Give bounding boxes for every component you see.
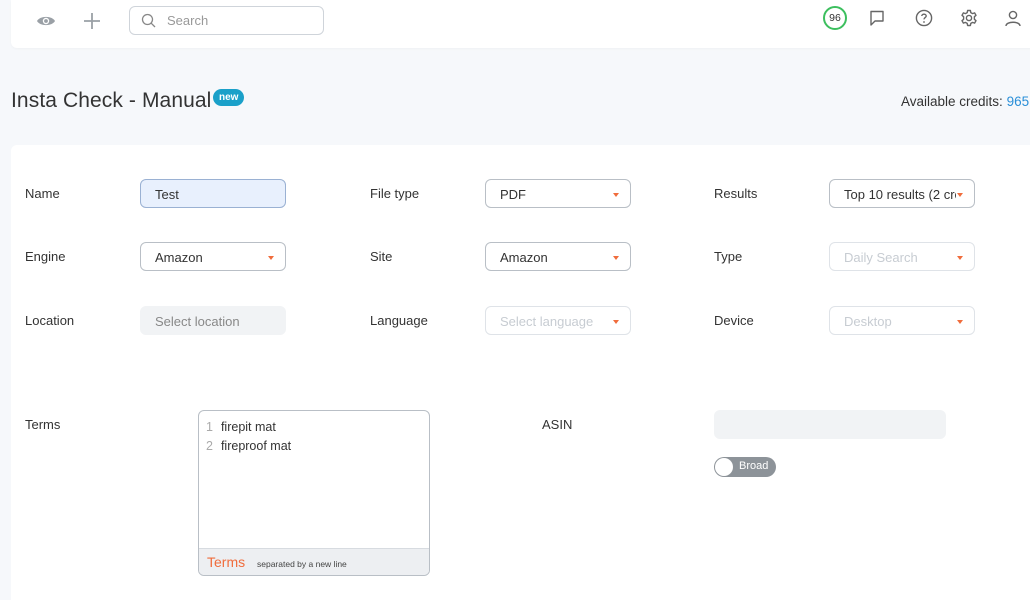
- credits-value[interactable]: 965: [1007, 94, 1030, 109]
- plus-icon[interactable]: [81, 10, 103, 32]
- asin-input[interactable]: [714, 410, 946, 439]
- search-icon: [141, 13, 156, 33]
- credit-score-indicator[interactable]: 96: [823, 6, 847, 30]
- caret-down-icon: [613, 256, 619, 260]
- toggle-label: Broad: [739, 460, 769, 472]
- terms-textarea[interactable]: 1 firepit mat 2 fireproof mat Terms separa…: [198, 410, 430, 576]
- line-number: 1: [206, 420, 213, 434]
- device-select[interactable]: Desktop: [829, 306, 975, 335]
- name-label: Name: [25, 186, 60, 201]
- asin-label: ASIN: [542, 417, 573, 432]
- name-value: Test: [155, 187, 179, 202]
- file-type-select[interactable]: PDF: [485, 179, 631, 208]
- site-value: Amazon: [500, 250, 548, 265]
- terms-footer-hint: separated by a new line: [257, 559, 347, 569]
- terms-line: 2 fireproof mat: [206, 439, 291, 453]
- search-input[interactable]: Search: [129, 6, 324, 35]
- gear-icon[interactable]: [959, 8, 979, 28]
- broad-toggle[interactable]: Broad: [714, 457, 776, 477]
- eye-icon[interactable]: [35, 11, 57, 31]
- site-label: Site: [370, 249, 393, 264]
- site-select[interactable]: Amazon: [485, 242, 631, 271]
- term-text: firepit mat: [220, 420, 276, 434]
- terms-footer: Terms separated by a new line: [199, 548, 429, 575]
- type-label: Type: [714, 249, 743, 264]
- file-type-value: PDF: [500, 187, 526, 202]
- terms-line: 1 firepit mat: [206, 420, 276, 434]
- help-icon[interactable]: [914, 8, 934, 28]
- terms-footer-title: Terms: [207, 554, 246, 570]
- available-credits: Available credits: 965: [901, 94, 1029, 109]
- new-badge: new: [213, 89, 245, 106]
- form-card: [11, 145, 1030, 600]
- location-placeholder: Select location: [155, 314, 240, 329]
- location-label: Location: [25, 313, 75, 328]
- results-value: Top 10 results (2 cre: [844, 187, 956, 202]
- feedback-icon[interactable]: [868, 9, 886, 27]
- page-title: Insta Check - Manual: [11, 89, 212, 112]
- language-select[interactable]: Select language: [485, 306, 631, 335]
- language-label: Language: [370, 313, 428, 328]
- name-field[interactable]: Test: [140, 179, 286, 208]
- caret-down-icon: [268, 256, 274, 260]
- device-value: Desktop: [844, 314, 892, 329]
- caret-down-icon: [613, 193, 619, 197]
- engine-label: Engine: [25, 249, 66, 264]
- device-label: Device: [714, 313, 754, 328]
- language-placeholder: Select language: [500, 314, 594, 329]
- caret-down-icon: [957, 256, 963, 260]
- file-type-label: File type: [370, 186, 420, 201]
- results-select[interactable]: Top 10 results (2 cre: [829, 179, 975, 208]
- user-icon[interactable]: [1003, 8, 1023, 28]
- line-number: 2: [206, 439, 213, 453]
- engine-select[interactable]: Amazon: [140, 242, 286, 271]
- type-select[interactable]: Daily Search: [829, 242, 975, 271]
- caret-down-icon: [957, 193, 963, 197]
- terms-label: Terms: [25, 417, 61, 432]
- caret-down-icon: [613, 320, 619, 324]
- credits-label: Available credits:: [901, 94, 1003, 109]
- location-input[interactable]: Select location: [140, 306, 286, 335]
- caret-down-icon: [957, 320, 963, 324]
- toggle-knob: [715, 458, 733, 476]
- search-placeholder: Search: [167, 13, 209, 28]
- results-label: Results: [714, 186, 758, 201]
- engine-value: Amazon: [155, 250, 203, 265]
- type-value: Daily Search: [844, 250, 918, 265]
- top-bar: Search 96: [11, 0, 1030, 48]
- term-text: fireproof mat: [220, 439, 292, 453]
